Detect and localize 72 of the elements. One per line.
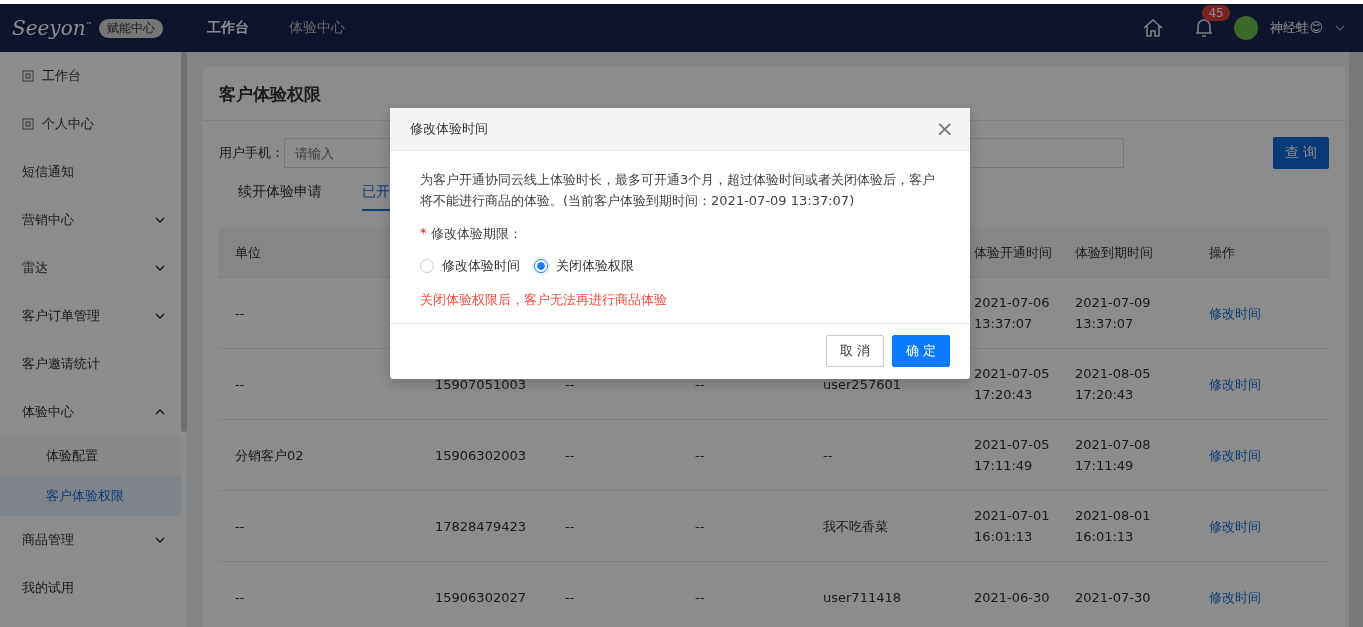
- table-cell-text: 15906302027: [435, 588, 526, 607]
- document-icon: [22, 70, 34, 82]
- bell-icon[interactable]: [1194, 17, 1215, 39]
- table-cell-text: 2021-08-01 16:01:13: [1075, 507, 1152, 546]
- field-label: 修改体验期限：: [430, 225, 522, 243]
- query-button[interactable]: 查 询: [1273, 137, 1329, 169]
- nav-link[interactable]: 体验中心: [289, 19, 345, 37]
- dialog-title: 修改体验时间: [410, 120, 488, 138]
- nav-link[interactable]: 工作台: [207, 19, 249, 37]
- description: 为客户开通协同云线上体验时长，最多可开通3个月，超过体验时间或者关闭体验后，客户将不能进行商品的体验。(当前客户体验到期时间：2021-07-09 13:37:07): [420, 171, 937, 210]
- cancel-button[interactable]: 取 消: [826, 335, 884, 367]
- table-cell-text: --: [235, 588, 245, 607]
- close-button[interactable]: ×: [935, 118, 954, 140]
- table-cell-text: --: [695, 588, 705, 607]
- table-cell-text: --: [565, 588, 575, 607]
- edit-time-link[interactable]: 修改时间: [1209, 589, 1261, 605]
- sidebar-item[interactable]: 我的试用: [0, 564, 187, 612]
- table-cell-text: 2021-07-06 13:37:07: [974, 294, 1051, 333]
- field-label: 用户手机：: [219, 144, 284, 162]
- sidebar-subitem[interactable]: 客户体验权限: [0, 476, 181, 516]
- chevron-down-icon[interactable]: [1335, 25, 1345, 31]
- table-cell-text: 2021-07-09 13:37:07: [1075, 294, 1152, 333]
- radio-button[interactable]: [534, 259, 548, 273]
- table-cell-text: --: [235, 304, 245, 323]
- notification-count: 45: [1202, 5, 1230, 21]
- user-name[interactable]: 神经蛙😊: [1270, 19, 1323, 37]
- tab[interactable]: 续开体验申请: [238, 183, 322, 211]
- column-header: 操作: [1209, 244, 1235, 260]
- edit-time-link[interactable]: 修改时间: [1209, 518, 1261, 534]
- scrollbar[interactable]: [181, 52, 187, 432]
- table-cell-text: 2021-07-05 17:11:49: [974, 436, 1051, 475]
- table-cell-text: --: [235, 375, 245, 394]
- table-cell-text: 17828479423: [435, 517, 526, 536]
- table-cell-text: 2021-07-05 17:20:43: [974, 365, 1051, 404]
- column-header: 体验到期时间: [1075, 244, 1153, 260]
- table-cell-text: 分销客户02: [235, 446, 304, 465]
- table-cell-text: --: [235, 517, 245, 536]
- document-icon: [22, 118, 34, 130]
- edit-time-link[interactable]: 修改时间: [1209, 376, 1261, 392]
- table-cell-text: user257601: [823, 375, 901, 394]
- avatar[interactable]: [1234, 16, 1259, 40]
- required-mark: *: [420, 225, 427, 242]
- column-header: 单位: [235, 244, 261, 260]
- table-cell-text: 2021-06-30: [974, 588, 1051, 607]
- table-cell-text: 2021-07-01 16:01:13: [974, 507, 1051, 546]
- logo: Seeyon$^{™}$: [12, 16, 93, 40]
- table-cell-text: user711418: [823, 588, 901, 607]
- table-cell-text: --: [565, 446, 575, 465]
- table-cell-text: 15907051003: [435, 375, 526, 394]
- confirm-button[interactable]: 确 定: [892, 335, 950, 367]
- table-cell-text: --: [695, 517, 705, 536]
- sidebar-item[interactable]: 商品管理: [0, 516, 187, 564]
- column-header: 体验开通时间: [974, 244, 1052, 260]
- home-icon[interactable]: [1142, 17, 1165, 39]
- product-badge: 赋能中心: [98, 18, 163, 38]
- edit-time-link[interactable]: 修改时间: [1209, 447, 1261, 463]
- table-cell-text: 我不吃香菜: [823, 517, 888, 536]
- table-cell-text: 2021-07-30: [1075, 588, 1152, 607]
- warning-text: 关闭体验权限后，客户无法再进行商品体验: [420, 291, 668, 309]
- edit-time-link[interactable]: 修改时间: [1209, 305, 1261, 321]
- table-cell-text: --: [823, 446, 833, 465]
- table-cell-text: 2021-08-05 17:20:43: [1075, 365, 1152, 404]
- table-cell-text: 2021-07-08 17:11:49: [1075, 436, 1152, 475]
- radio-option[interactable]: 关闭体验权限: [534, 257, 634, 275]
- table-cell-text: --: [565, 517, 575, 536]
- radio-option[interactable]: 修改体验时间: [420, 257, 520, 275]
- table-cell-text: --: [695, 446, 705, 465]
- table-cell-text: --: [565, 375, 575, 394]
- table-cell-text: --: [695, 375, 705, 394]
- scrollbar[interactable]: [1349, 52, 1363, 627]
- table-cell-text: 15906302003: [435, 446, 526, 465]
- sidebar-subitem[interactable]: 体验配置: [0, 436, 181, 476]
